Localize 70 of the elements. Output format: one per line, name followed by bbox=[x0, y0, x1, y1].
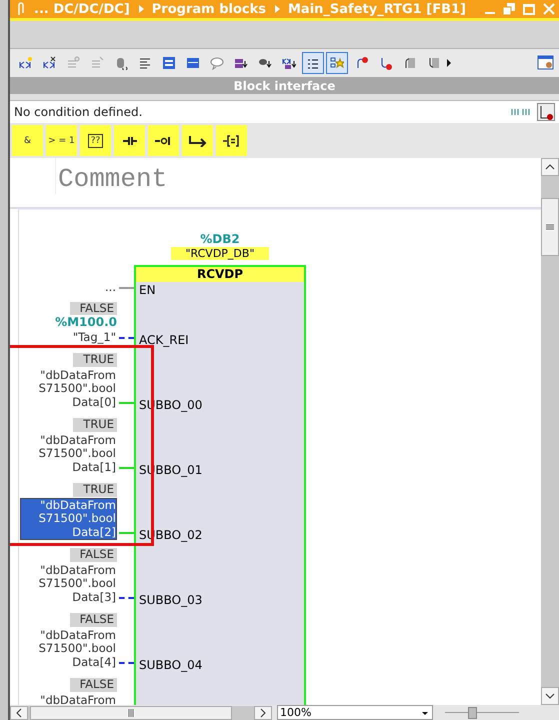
chevron-right-icon bbox=[274, 5, 280, 13]
chevron-right-icon bbox=[260, 708, 266, 718]
operand-address: %M100.0 bbox=[55, 316, 117, 330]
signal-status: TRUE bbox=[73, 418, 117, 432]
minimize-icon bbox=[485, 12, 495, 14]
pin-name: EN bbox=[138, 283, 156, 297]
pin-name: SUBBO_03 bbox=[138, 593, 202, 607]
pin-name: ACK_REI bbox=[138, 333, 189, 347]
instruction-button[interactable]: & bbox=[12, 125, 43, 156]
signal-status: FALSE bbox=[70, 613, 117, 626]
instruction-button[interactable] bbox=[182, 125, 213, 156]
list-icon bbox=[138, 56, 152, 70]
lines-remove-icon bbox=[90, 56, 104, 70]
speech-bubble-icon bbox=[210, 56, 224, 70]
star-list-icon bbox=[330, 56, 344, 70]
comment-download-icon bbox=[258, 56, 272, 70]
window-icon bbox=[162, 56, 176, 70]
operand[interactable]: "dbDataFrom S71500".bool Data[3] bbox=[38, 562, 117, 605]
condition-text: No condition defined. bbox=[14, 105, 142, 119]
operand[interactable]: "dbDataFrom bbox=[39, 692, 117, 705]
operand[interactable]: ... bbox=[104, 280, 117, 295]
restore-icon bbox=[503, 3, 515, 15]
instruction-button[interactable]: > = 1 bbox=[46, 125, 77, 156]
instruction-button[interactable] bbox=[216, 125, 247, 156]
signal-status: FALSE bbox=[70, 548, 117, 562]
slider-thumb[interactable] bbox=[468, 706, 478, 718]
grip-icon bbox=[546, 224, 554, 230]
instance-address: %DB2 bbox=[200, 232, 240, 246]
operand[interactable]: "Tag_1" bbox=[72, 330, 117, 345]
block-name: RCVDP bbox=[136, 267, 304, 282]
ladder-icon bbox=[537, 103, 555, 121]
signal-status: TRUE bbox=[73, 483, 117, 496]
horizontal-scrollbar[interactable] bbox=[10, 706, 272, 720]
node-remove-icon bbox=[42, 56, 56, 70]
zoom-slider[interactable] bbox=[445, 706, 519, 720]
operand[interactable]: "dbDataFrom S71500".bool Data[0] bbox=[38, 368, 117, 410]
operand[interactable]: "dbDataFrom S71500".bool Data[4] bbox=[38, 628, 117, 670]
coil-box-icon bbox=[222, 134, 242, 146]
zoom-field[interactable]: 100% bbox=[277, 705, 433, 720]
network-status-icon bbox=[511, 109, 531, 115]
branch-arrow-icon bbox=[188, 134, 208, 146]
grip-icon bbox=[128, 708, 134, 716]
contact-icon bbox=[122, 136, 138, 146]
instruction-button[interactable]: ?? bbox=[80, 125, 111, 156]
operand[interactable]: "dbDataFrom S71500".bool Data[2] bbox=[20, 498, 117, 540]
signal-status: FALSE bbox=[70, 678, 117, 692]
database-icon bbox=[114, 56, 128, 70]
chevron-up-icon bbox=[545, 164, 555, 170]
chevron-right-icon bbox=[138, 5, 144, 13]
signal-status: FALSE bbox=[70, 302, 117, 315]
maximize-icon bbox=[523, 3, 535, 15]
signal-status: TRUE bbox=[73, 353, 117, 366]
paperclip-icon bbox=[16, 2, 26, 16]
node-add-icon bbox=[18, 56, 32, 70]
tag-download-icon bbox=[234, 56, 248, 70]
chevron-right-icon bbox=[446, 59, 452, 67]
operand[interactable]: "dbDataFrom S71500".bool Data[1] bbox=[38, 432, 117, 475]
lines-add-icon bbox=[66, 56, 80, 70]
window-user-icon bbox=[537, 55, 555, 71]
instruction-button[interactable] bbox=[148, 125, 179, 156]
vertical-scrollbar[interactable] bbox=[541, 158, 559, 705]
node-download-icon bbox=[282, 56, 296, 70]
close-icon bbox=[543, 3, 555, 15]
instruction-button[interactable] bbox=[114, 125, 145, 156]
pin-name: SUBBO_04 bbox=[138, 658, 202, 672]
chevron-left-icon bbox=[16, 708, 22, 718]
instance-name[interactable]: "RCVDP_DB" bbox=[171, 247, 269, 260]
chevron-down-icon bbox=[545, 693, 555, 699]
toolbar-button[interactable] bbox=[302, 52, 324, 74]
panel-icon bbox=[186, 56, 200, 70]
